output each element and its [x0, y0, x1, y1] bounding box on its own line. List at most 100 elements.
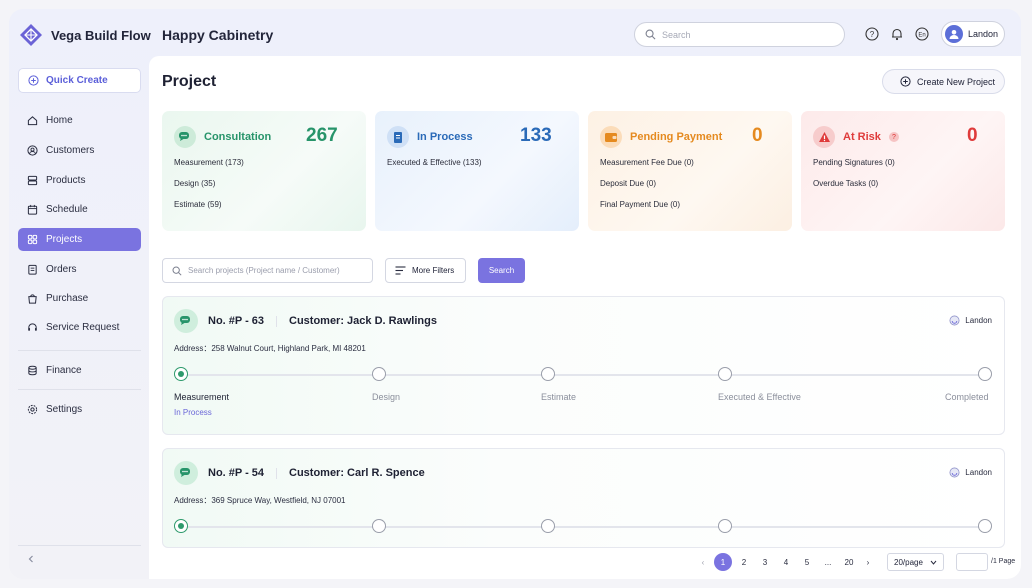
step-label: Executed & Effective [718, 392, 801, 402]
page-button-20[interactable]: 20 [840, 553, 858, 571]
main-panel: Project Create New Project Consultation … [149, 56, 1021, 579]
page-button-3[interactable]: 3 [756, 553, 774, 571]
help-icon[interactable]: ? [888, 132, 899, 142]
total-pages-label: /1 Page [991, 558, 1016, 565]
stat-label: At Risk [843, 131, 881, 143]
sidebar-item-label: Service Request [46, 322, 120, 333]
collapse-sidebar-icon[interactable] [26, 554, 36, 567]
logo-icon [20, 24, 42, 46]
stat-row: Measurement (173) [174, 158, 244, 167]
sidebar-item-label: Projects [46, 234, 83, 245]
document-icon [387, 126, 409, 148]
stat-count: 0 [752, 125, 763, 146]
prev-page-button[interactable]: ‹ [694, 553, 712, 571]
project-address: Address：369 Spruce Way, Westfield, NJ 07… [174, 496, 346, 505]
page-button-1[interactable]: 1 [714, 553, 732, 571]
page-size-select[interactable]: 20/page [887, 553, 944, 571]
sidebar-item-label: Schedule [46, 204, 88, 215]
user-name: Landon [968, 29, 999, 39]
stat-card-pending-payment[interactable]: Pending Payment 0 Measurement Fee Due (0… [588, 111, 792, 231]
stat-label: Pending Payment [630, 131, 723, 143]
sidebar-item-service-request[interactable]: Service Request [18, 316, 141, 339]
home-icon [27, 116, 38, 126]
wallet-icon [600, 126, 622, 148]
sidebar-item-label: Purchase [46, 293, 89, 304]
page-button-4[interactable]: 4 [777, 553, 795, 571]
stat-row: Measurement Fee Due (0) [600, 158, 694, 167]
stat-row: Deposit Due (0) [600, 179, 657, 188]
search-button[interactable]: Search [478, 258, 525, 283]
project-number[interactable]: No. #P - 54 [208, 467, 264, 479]
owner-name: Landon [965, 468, 992, 477]
calendar-icon [27, 204, 38, 215]
sidebar-item-purchase[interactable]: Purchase [18, 287, 141, 310]
owner-name: Landon [965, 316, 992, 325]
sidebar-item-label: Settings [46, 404, 83, 415]
stat-label: Consultation [204, 131, 272, 143]
step-dot [978, 519, 992, 533]
step-dot [978, 367, 992, 381]
step-dot [372, 519, 386, 533]
sidebar-item-home[interactable]: Home [18, 109, 141, 132]
stat-count: 133 [520, 125, 552, 146]
app-name: Vega Build Flow [51, 27, 151, 43]
project-search[interactable] [162, 258, 373, 283]
products-icon [27, 175, 38, 186]
sidebar-item-finance[interactable]: Finance [18, 359, 141, 382]
svg-text:En: En [918, 33, 925, 39]
sidebar: Quick Create Home Customers Products Sch… [9, 61, 149, 579]
project-customer: Customer: Jack D. Rawlings [289, 315, 437, 327]
goto-page-input[interactable] [956, 553, 988, 571]
project-card[interactable]: No. #P - 63 Customer: Jack D. Rawlings L… [162, 296, 1005, 435]
orders-icon [28, 264, 37, 275]
stat-card-at-risk[interactable]: At Risk ? 0 Pending Signatures (0) Overd… [801, 111, 1005, 231]
sidebar-item-label: Customers [46, 145, 95, 156]
create-project-label: Create New Project [917, 76, 996, 87]
plus-circle-icon [900, 76, 911, 87]
sidebar-item-schedule[interactable]: Schedule [18, 198, 141, 221]
stat-card-consultation[interactable]: Consultation 267 Measurement (173) Desig… [162, 111, 366, 231]
app-logo[interactable]: Vega Build Flow [19, 23, 151, 47]
divider [276, 468, 277, 479]
next-page-button[interactable]: › [859, 553, 877, 571]
page-button-2[interactable]: 2 [735, 553, 753, 571]
sidebar-item-label: Finance [46, 365, 82, 376]
stat-row: Estimate (59) [174, 200, 222, 209]
user-icon [27, 145, 38, 156]
quick-create-button[interactable]: Quick Create [18, 68, 141, 93]
more-filters-label: More Filters [412, 266, 455, 275]
sidebar-item-settings[interactable]: Settings [18, 398, 141, 421]
sidebar-item-projects[interactable]: Projects [18, 228, 141, 251]
chat-icon [174, 309, 198, 333]
sidebar-item-orders[interactable]: Orders [18, 258, 141, 281]
create-project-button[interactable]: Create New Project [882, 69, 1005, 94]
project-search-input[interactable] [188, 266, 368, 275]
plus-circle-icon [28, 75, 39, 86]
svg-text:?: ? [870, 30, 875, 39]
sidebar-divider [18, 545, 141, 546]
language-icon[interactable]: En [914, 26, 930, 42]
step-dot [718, 519, 732, 533]
sidebar-item-products[interactable]: Products [18, 169, 141, 192]
bell-icon[interactable] [889, 26, 905, 42]
step-dot [541, 519, 555, 533]
stat-count: 0 [967, 125, 978, 146]
global-search[interactable] [634, 22, 845, 47]
company-name: Happy Cabinetry [162, 27, 274, 43]
help-icon[interactable]: ? [864, 26, 880, 42]
step-status: In Process [174, 408, 212, 417]
sidebar-item-label: Home [46, 115, 73, 126]
page-button-5[interactable]: 5 [798, 553, 816, 571]
user-menu[interactable]: Landon [941, 21, 1005, 47]
project-address: Address：258 Walnut Court, Highland Park,… [174, 344, 366, 353]
divider [276, 316, 277, 327]
project-card[interactable]: No. #P - 54 Customer: Carl R. Spence Lan… [162, 448, 1005, 548]
sidebar-item-customers[interactable]: Customers [18, 139, 141, 162]
alert-icon [813, 126, 835, 148]
search-icon [645, 29, 656, 40]
stat-card-in-process[interactable]: In Process 133 Executed & Effective (133… [375, 111, 579, 231]
project-number[interactable]: No. #P - 63 [208, 315, 264, 327]
global-search-input[interactable] [662, 29, 822, 40]
more-filters-button[interactable]: More Filters [385, 258, 466, 283]
page-ellipsis[interactable]: ... [819, 553, 837, 571]
